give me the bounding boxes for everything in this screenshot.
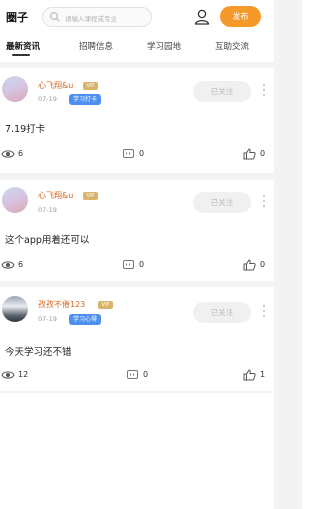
post-tag[interactable]: 学习打卡 bbox=[69, 94, 102, 105]
user-icon[interactable] bbox=[193, 8, 211, 26]
tab-job-info[interactable]: 招聘信息 bbox=[79, 40, 113, 52]
post-date: 07-19 bbox=[38, 95, 57, 103]
divider bbox=[0, 391, 274, 393]
views-count: 12 bbox=[18, 370, 29, 379]
post-username[interactable]: 心飞翔&u bbox=[38, 80, 73, 91]
avatar[interactable] bbox=[2, 187, 28, 213]
comments-count: 0 bbox=[139, 260, 145, 269]
divider bbox=[0, 173, 274, 180]
follow-button[interactable]: 已关注 bbox=[193, 192, 251, 213]
category-tabs: 最新资讯 招聘信息 学习园地 互助交流 bbox=[0, 36, 274, 58]
thumbs-up-icon bbox=[243, 369, 256, 381]
thumbs-up-icon bbox=[243, 259, 256, 271]
comment-icon bbox=[127, 370, 138, 379]
tab-mutual-help[interactable]: 互助交流 bbox=[215, 40, 249, 52]
search-icon bbox=[50, 12, 60, 22]
views-count: 6 bbox=[18, 149, 24, 158]
post-date: 07-19 bbox=[38, 206, 57, 214]
more-icon[interactable] bbox=[262, 305, 266, 319]
comments-count: 0 bbox=[139, 149, 145, 158]
comment-icon bbox=[123, 260, 134, 269]
avatar[interactable] bbox=[2, 76, 28, 102]
tab-study-garden[interactable]: 学习园地 bbox=[147, 40, 181, 52]
post-tag[interactable]: 学习心得 bbox=[69, 314, 102, 325]
tab-latest-news[interactable]: 最新资讯 bbox=[6, 40, 40, 52]
circle-page: 圈子 请输入课程或专业 发布 最新资讯 招聘信息 学习园地 互助交流 心飞翔&u… bbox=[0, 0, 274, 509]
comment-icon bbox=[123, 149, 134, 158]
follow-button[interactable]: 已关注 bbox=[193, 81, 251, 102]
thumbs-up-icon bbox=[243, 148, 256, 160]
likes-count: 1 bbox=[260, 370, 266, 379]
eye-icon bbox=[1, 371, 15, 379]
likes-count: 0 bbox=[260, 149, 266, 158]
page-title: 圈子 bbox=[6, 11, 28, 24]
post-card[interactable]: 心飞翔&u VIP 07-19 学习打卡 已关注 7.19打卡 6 0 0 bbox=[0, 68, 274, 173]
post-username[interactable]: 心飞翔&u bbox=[38, 190, 73, 201]
post-content: 7.19打卡 bbox=[5, 124, 46, 135]
eye-icon bbox=[1, 261, 15, 269]
post-card[interactable]: 孜孜不倦123 VIP 07-19 学习心得 已关注 今天学习还不错 12 0 bbox=[0, 287, 274, 391]
eye-icon bbox=[1, 150, 15, 158]
comments-count: 0 bbox=[143, 370, 149, 379]
more-icon[interactable] bbox=[262, 84, 266, 98]
follow-button[interactable]: 已关注 bbox=[193, 302, 251, 323]
vip-badge: VIP bbox=[83, 192, 98, 200]
header: 圈子 请输入课程或专业 发布 bbox=[0, 0, 274, 34]
post-date: 07-19 bbox=[38, 315, 57, 323]
avatar[interactable] bbox=[2, 296, 28, 322]
likes-count: 0 bbox=[260, 260, 266, 269]
views-count: 6 bbox=[18, 260, 24, 269]
publish-button[interactable]: 发布 bbox=[220, 6, 261, 27]
side-gutter bbox=[274, 0, 302, 509]
vip-badge: VIP bbox=[98, 301, 113, 309]
more-icon[interactable] bbox=[262, 195, 266, 209]
search-input[interactable]: 请输入课程或专业 bbox=[42, 7, 152, 27]
post-content: 今天学习还不错 bbox=[5, 347, 72, 358]
active-tab-indicator bbox=[12, 54, 30, 56]
post-username[interactable]: 孜孜不倦123 bbox=[38, 299, 85, 310]
vip-badge: VIP bbox=[83, 82, 98, 90]
post-content: 这个app用着还可以 bbox=[5, 235, 90, 246]
search-placeholder: 请输入课程或专业 bbox=[65, 15, 117, 23]
post-card[interactable]: 心飞翔&u VIP 07-19 已关注 这个app用着还可以 6 0 0 bbox=[0, 180, 274, 281]
